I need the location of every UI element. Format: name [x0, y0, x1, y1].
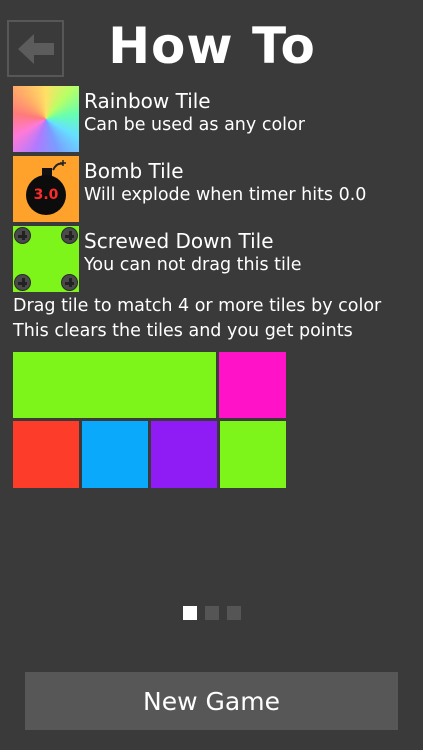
back-button[interactable] [7, 20, 64, 77]
screwed-tile [13, 226, 79, 292]
blue-tile [82, 421, 148, 488]
instructions: Drag tile to match 4 or more tiles by co… [13, 294, 423, 344]
example-board [13, 352, 286, 488]
magenta-tile [219, 352, 286, 418]
new-game-button[interactable]: New Game [25, 672, 398, 730]
red-tile [13, 421, 79, 488]
page-dot[interactable] [227, 606, 241, 620]
arrow-left-icon [17, 33, 54, 64]
purple-tile [151, 421, 217, 488]
green-tile [220, 421, 286, 488]
tile-row-bomb: 3.0 Bomb Tile Will explode when timer hi… [13, 156, 418, 222]
green-wide-tile [13, 352, 216, 418]
tile-description: Can be used as any color [84, 115, 305, 135]
instruction-line: Drag tile to match 4 or more tiles by co… [13, 296, 382, 316]
tile-description: Will explode when timer hits 0.0 [84, 185, 367, 205]
screw-icon [61, 227, 78, 244]
tile-row-screwed: Screwed Down Tile You can not drag this … [13, 226, 418, 292]
tile-row-rainbow: Rainbow Tile Can be used as any color [13, 86, 418, 152]
page-dot-active[interactable] [183, 606, 197, 620]
page-title: How To [108, 17, 316, 75]
bomb-timer: 3.0 [33, 187, 59, 203]
page-indicator [183, 606, 241, 620]
rainbow-tile-icon [13, 86, 79, 152]
page-dot[interactable] [205, 606, 219, 620]
bomb-tile: 3.0 [13, 156, 79, 222]
screw-icon [14, 274, 31, 291]
screw-icon [61, 274, 78, 291]
instruction-line: This clears the tiles and you get points [13, 321, 353, 341]
tile-name: Bomb Tile [84, 159, 184, 183]
tile-name: Screwed Down Tile [84, 229, 274, 253]
tile-name: Rainbow Tile [84, 89, 211, 113]
tile-description: You can not drag this tile [84, 255, 302, 275]
screw-icon [14, 227, 31, 244]
